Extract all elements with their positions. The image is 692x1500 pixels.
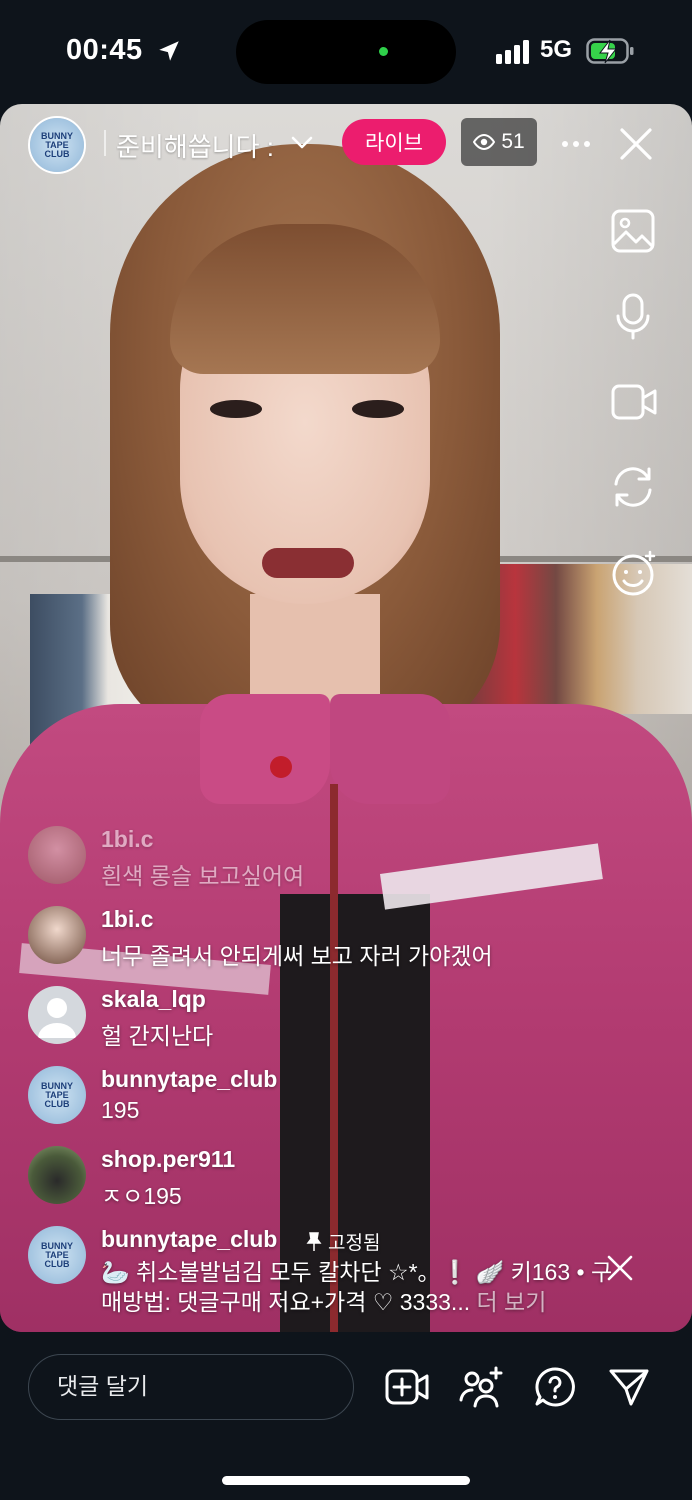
- add-video-icon[interactable]: [384, 1366, 430, 1408]
- battery-charging-icon: [586, 38, 634, 64]
- bunny-tape-club-logo: BUNNY TAPE CLUB: [28, 1066, 86, 1124]
- comment-item[interactable]: skala_lqp 헐 간지난다: [28, 986, 628, 1049]
- chevron-down-icon[interactable]: [290, 134, 314, 152]
- host-avatar[interactable]: BUNNY TAPE CLUB: [28, 116, 86, 174]
- viewer-count-value: 51: [501, 130, 525, 153]
- signal-icon: [496, 40, 529, 64]
- close-icon[interactable]: [606, 1254, 634, 1282]
- video-camera-icon[interactable]: [610, 380, 658, 424]
- default-avatar-icon: [38, 998, 76, 1038]
- comment-text: 헐 간지난다: [101, 1023, 214, 1049]
- home-indicator: [222, 1476, 470, 1485]
- comment-username: skala_lqp: [101, 986, 206, 1012]
- comment-username: bunnytape_club: [101, 1066, 278, 1092]
- pinned-text: 🦢 취소불발넘김 모두 칼차단 ☆*。❕ 🪽 키163 • 구매방법: 댓글구매…: [101, 1259, 613, 1315]
- live-badge: 라이브: [342, 119, 446, 165]
- avatar: [28, 986, 86, 1044]
- bunny-tape-club-logo: BUNNY TAPE CLUB: [28, 1226, 86, 1284]
- microphone-icon[interactable]: [610, 292, 656, 340]
- pinned-comment[interactable]: BUNNY TAPE CLUB bunnytape_club 고정됨 🦢 취소불발넘…: [28, 1226, 628, 1316]
- location-arrow-icon: [159, 41, 179, 61]
- status-time: 00:45: [66, 34, 143, 66]
- live-title[interactable]: 준비해씁니다 :: [116, 127, 284, 164]
- add-person-icon[interactable]: [458, 1366, 504, 1408]
- avatar: BUNNY TAPE CLUB: [28, 1066, 86, 1124]
- comment-username: 1bi.c: [101, 826, 154, 852]
- comment-text: 흰색 롱슬 보고싶어여: [101, 863, 305, 889]
- close-icon[interactable]: [618, 126, 654, 162]
- network-type: 5G: [540, 36, 573, 63]
- viewer-count[interactable]: 51: [461, 118, 537, 166]
- effects-icon[interactable]: [610, 550, 658, 598]
- pin-icon: [306, 1231, 322, 1251]
- comment-username: 1bi.c: [101, 906, 154, 932]
- eye-icon: [473, 133, 496, 151]
- dynamic-island: [236, 20, 456, 84]
- bunny-tape-club-logo: BUNNY TAPE CLUB: [30, 118, 84, 172]
- comment-item[interactable]: BUNNY TAPE CLUB bunnytape_club 195: [28, 1066, 628, 1124]
- avatar: [28, 1146, 86, 1204]
- comment-username: shop.per911: [101, 1146, 236, 1172]
- pinned-label: 고정됨: [306, 1228, 380, 1255]
- comment-input[interactable]: 댓글 달기: [28, 1354, 354, 1420]
- status-bar: 00:45 5G: [0, 0, 692, 104]
- avatar: [28, 826, 86, 884]
- see-more-link[interactable]: 더 보기: [477, 1289, 547, 1315]
- comment-text: ㅈㅇ195: [101, 1183, 182, 1209]
- question-icon[interactable]: [534, 1366, 576, 1408]
- comment-username: bunnytape_club: [101, 1226, 278, 1252]
- comment-item[interactable]: 1bi.c 너무 졸려서 안되게써 보고 자러 가야겠어: [28, 906, 628, 969]
- comment-text: 195: [101, 1097, 140, 1123]
- send-icon[interactable]: [608, 1366, 650, 1408]
- switch-camera-icon[interactable]: [610, 464, 656, 510]
- comment-item[interactable]: 1bi.c 흰색 롱슬 보고싶어여: [28, 826, 628, 889]
- comment-item[interactable]: shop.per911 ㅈㅇ195: [28, 1146, 628, 1209]
- camera-indicator: [379, 47, 388, 56]
- more-icon[interactable]: [560, 128, 592, 160]
- image-icon[interactable]: [610, 208, 656, 254]
- avatar: [28, 906, 86, 964]
- avatar: BUNNY TAPE CLUB: [28, 1226, 86, 1284]
- comment-text: 너무 졸려서 안되게써 보고 자러 가야겠어: [101, 943, 493, 969]
